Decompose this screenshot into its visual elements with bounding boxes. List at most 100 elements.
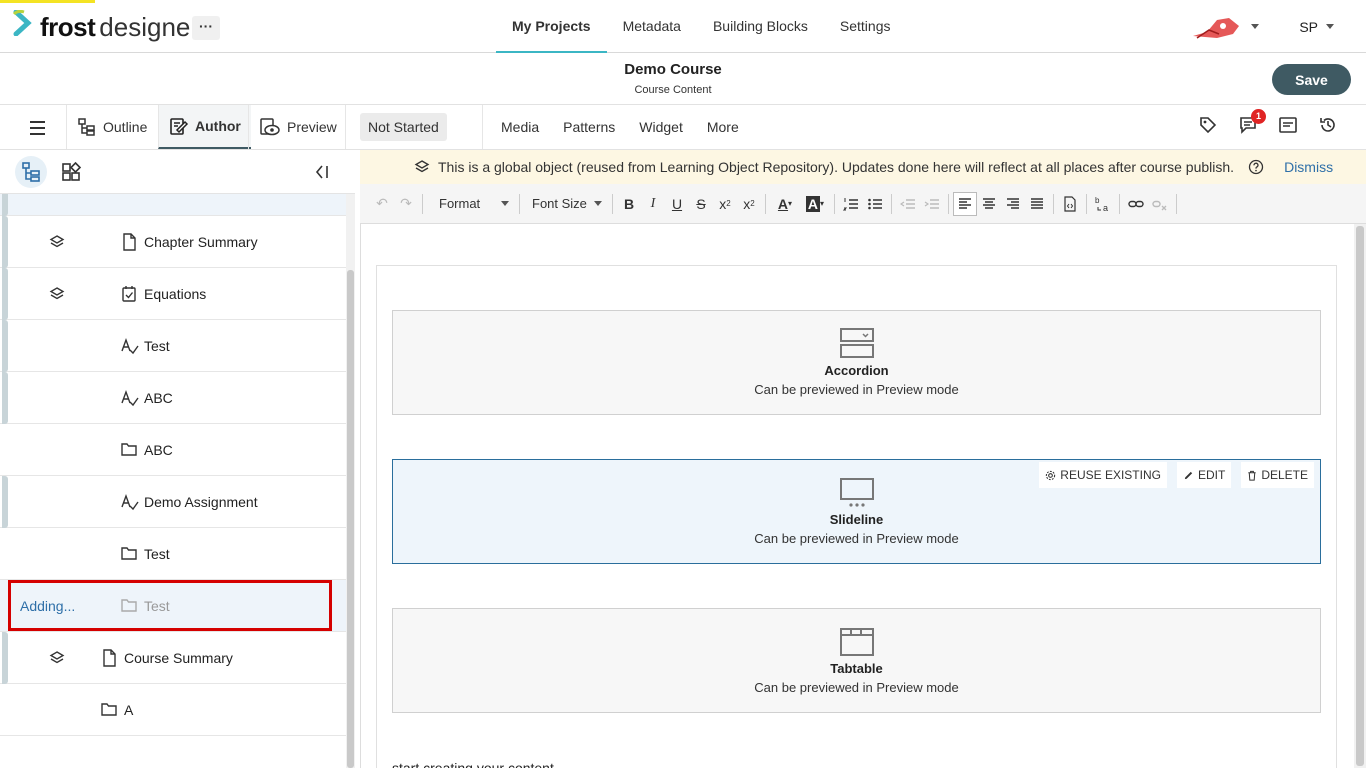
- block-name: Tabtable: [830, 661, 883, 676]
- nav-building-blocks[interactable]: Building Blocks: [697, 0, 824, 53]
- format-dropdown[interactable]: Format: [427, 192, 515, 216]
- text-color-icon[interactable]: A ▾: [770, 192, 800, 216]
- toolbar-divider: [1176, 193, 1177, 214]
- tree-row[interactable]: Demo Assignment: [0, 476, 346, 528]
- outdent-icon[interactable]: [896, 192, 920, 216]
- align-right-icon[interactable]: [1001, 192, 1025, 216]
- layers-icon[interactable]: [49, 286, 65, 302]
- toolbar-divider: [612, 193, 613, 214]
- indent-icon[interactable]: [920, 192, 944, 216]
- subscript-icon[interactable]: x2: [713, 192, 737, 216]
- strikethrough-button[interactable]: S: [689, 192, 713, 216]
- tree-row[interactable]: Equations: [0, 268, 346, 320]
- font-size-dropdown[interactable]: Font Size: [524, 192, 608, 216]
- unlink-icon[interactable]: [1148, 192, 1172, 216]
- tag-icon[interactable]: [1198, 115, 1218, 135]
- tabtable-block[interactable]: Tabtable Can be previewed in Preview mod…: [392, 608, 1321, 713]
- redo-icon[interactable]: ↷: [394, 192, 418, 216]
- more-options-button[interactable]: ···: [192, 16, 220, 40]
- tree-row[interactable]: Course Summary: [0, 632, 346, 684]
- collapse-sidebar-icon[interactable]: [312, 163, 332, 181]
- numbered-list-icon[interactable]: [839, 192, 863, 216]
- logo-word-frost: frost: [40, 12, 96, 42]
- tree-row[interactable]: ABC: [0, 424, 346, 476]
- tab-preview[interactable]: Preview: [248, 105, 347, 149]
- preview-eye-icon: [260, 118, 280, 136]
- delete-button[interactable]: DELETE: [1241, 462, 1314, 488]
- status-badge[interactable]: Not Started: [360, 113, 447, 141]
- dismiss-link[interactable]: Dismiss: [1284, 159, 1333, 175]
- edit-button[interactable]: EDIT: [1176, 462, 1232, 488]
- underline-button[interactable]: U: [665, 192, 689, 216]
- accordion-block[interactable]: Accordion Can be previewed in Preview mo…: [392, 310, 1321, 415]
- align-left-icon[interactable]: [953, 191, 977, 216]
- user-initials: SP: [1299, 18, 1318, 35]
- tree-row[interactable]: ABC: [0, 372, 346, 424]
- tree-row[interactable]: Test: [0, 528, 346, 580]
- history-icon[interactable]: [1318, 115, 1338, 135]
- link-icon[interactable]: [1124, 192, 1148, 216]
- author-edit-icon: [170, 118, 189, 135]
- tree-row-label: Demo Assignment: [144, 494, 258, 510]
- tool-patterns[interactable]: Patterns: [551, 119, 627, 135]
- align-center-icon[interactable]: [977, 192, 1001, 216]
- tree-view-tab[interactable]: [15, 156, 47, 188]
- notification-count-badge: 1: [1251, 109, 1266, 124]
- hamburger-menu-icon[interactable]: [22, 118, 52, 138]
- toolbar-divider: [1119, 193, 1120, 214]
- folder-icon: [101, 703, 117, 716]
- tree-row-indicator: [2, 476, 8, 528]
- tree-row[interactable]: Chapter Summary: [0, 216, 346, 268]
- superscript-icon[interactable]: x2: [737, 192, 761, 216]
- italic-button[interactable]: I: [641, 192, 665, 216]
- align-justify-icon[interactable]: [1025, 192, 1049, 216]
- layers-icon[interactable]: [49, 650, 65, 666]
- block-name: Accordion: [824, 363, 889, 378]
- user-menu[interactable]: SP: [1299, 19, 1334, 35]
- bullet-list-icon[interactable]: [863, 192, 887, 216]
- editor-placeholder-text[interactable]: start creating your content: [392, 757, 554, 768]
- user-dropdown-caret-icon: [1326, 24, 1334, 29]
- canvas-scrollbar-thumb[interactable]: [1356, 226, 1364, 766]
- blocks-grid-icon: [62, 161, 82, 181]
- spellcheck-icon[interactable]: ba: [1091, 192, 1115, 216]
- tree-row-indicator: [2, 320, 8, 372]
- nav-my-projects[interactable]: My Projects: [496, 0, 607, 53]
- toolbar-divider: [1053, 193, 1054, 214]
- blocks-view-tab[interactable]: [55, 156, 87, 188]
- nav-settings[interactable]: Settings: [824, 0, 907, 53]
- source-code-icon[interactable]: [1058, 192, 1082, 216]
- canvas-scrollbar-track[interactable]: [1354, 224, 1366, 768]
- undo-icon[interactable]: ↶: [370, 192, 394, 216]
- tool-more[interactable]: More: [695, 119, 751, 135]
- layers-icon[interactable]: [49, 234, 65, 250]
- comments-icon[interactable]: 1: [1238, 109, 1266, 135]
- background-color-icon[interactable]: A ▾: [800, 192, 830, 216]
- main-nav: My Projects Metadata Building Blocks Set…: [496, 0, 907, 53]
- frost-designer-logo[interactable]: frost designer: [12, 10, 199, 43]
- document-icon: [103, 649, 116, 667]
- reuse-existing-label: REUSE EXISTING: [1060, 468, 1161, 482]
- checkbox-icon: [122, 286, 136, 302]
- svg-text:b: b: [1095, 196, 1100, 205]
- tree-row[interactable]: Test: [0, 320, 346, 372]
- tree-row[interactable]: A: [0, 684, 346, 736]
- bold-button[interactable]: B: [617, 192, 641, 216]
- tool-widget[interactable]: Widget: [627, 119, 695, 135]
- toolbar-divider: [519, 193, 520, 214]
- org-dropdown-caret-icon[interactable]: [1251, 24, 1260, 29]
- notes-panel-icon[interactable]: [1278, 115, 1298, 135]
- sidebar-scrollbar-thumb[interactable]: [347, 270, 354, 768]
- help-icon[interactable]: [1248, 159, 1264, 175]
- reuse-existing-button[interactable]: REUSE EXISTING: [1039, 462, 1167, 488]
- tree-row-label: A: [124, 702, 134, 718]
- tree-row-partial[interactable]: [0, 194, 346, 216]
- save-button[interactable]: Save: [1272, 64, 1351, 95]
- tool-media[interactable]: Media: [489, 119, 551, 135]
- organization-logo-icon[interactable]: [1189, 12, 1245, 42]
- tab-author[interactable]: Author: [158, 105, 251, 149]
- slideline-block[interactable]: REUSE EXISTING EDIT DELETE Slideline Can…: [392, 459, 1321, 564]
- tab-outline[interactable]: Outline: [66, 105, 157, 149]
- tab-outline-label: Outline: [103, 119, 148, 135]
- nav-metadata[interactable]: Metadata: [607, 0, 697, 53]
